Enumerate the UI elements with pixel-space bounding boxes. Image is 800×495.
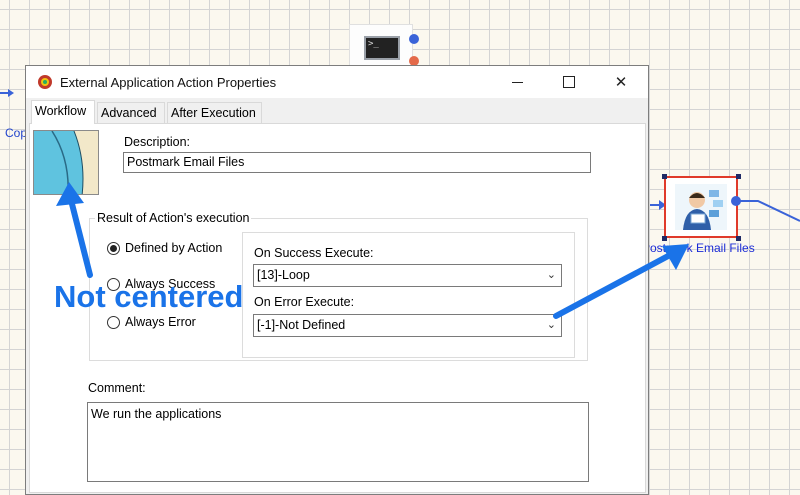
close-button[interactable]: ✕ — [598, 66, 644, 98]
selection-handle[interactable] — [736, 174, 741, 179]
on-error-value: [-1]-Not Defined — [257, 318, 346, 332]
tab-advanced[interactable]: Advanced — [97, 102, 165, 123]
result-group-label: Result of Action's execution — [95, 211, 252, 225]
connector-arrow-left — [0, 89, 14, 97]
chevron-down-icon: ⌄ — [546, 269, 556, 281]
tab-after-execution[interactable]: After Execution — [167, 102, 262, 123]
selection-handle[interactable] — [662, 174, 667, 179]
close-icon: ✕ — [614, 74, 628, 91]
on-success-label: On Success Execute: — [254, 246, 374, 260]
annotation-text: Not centered — [54, 279, 244, 314]
canvas-node-label-partial[interactable]: Cop — [5, 126, 27, 140]
minimize-button[interactable] — [494, 66, 540, 98]
canvas-node-label[interactable]: Postmark Email Files — [642, 241, 755, 255]
dialog-title: External Application Action Properties — [60, 75, 277, 90]
radio-defined-by-action[interactable] — [107, 242, 120, 255]
description-input[interactable]: Postmark Email Files — [123, 152, 591, 173]
action-image[interactable] — [33, 130, 99, 195]
connector-line-out — [738, 200, 800, 222]
command-prompt-icon: >_ — [364, 36, 400, 60]
chevron-down-icon: ⌄ — [546, 319, 556, 331]
radio-always-error[interactable] — [107, 316, 120, 329]
maximize-icon — [563, 76, 575, 88]
tab-workflow[interactable]: Workflow — [31, 100, 95, 124]
on-success-select[interactable]: [13]-Loop ⌄ — [253, 264, 562, 287]
email-person-icon — [675, 184, 727, 230]
maximize-button[interactable] — [546, 66, 592, 98]
node-output-port[interactable] — [409, 34, 419, 44]
action-image-icon — [34, 131, 98, 194]
on-error-label: On Error Execute: — [254, 295, 355, 309]
comment-textarea[interactable]: We run the applications — [87, 402, 589, 482]
comment-label: Comment: — [88, 381, 146, 395]
on-error-select[interactable]: [-1]-Not Defined ⌄ — [253, 314, 562, 337]
app-gear-icon — [38, 75, 52, 89]
on-success-value: [13]-Loop — [257, 268, 310, 282]
minimize-icon — [511, 81, 523, 83]
radio-label-defined[interactable]: Defined by Action — [125, 241, 222, 255]
description-label: Description: — [124, 135, 190, 149]
radio-label-error[interactable]: Always Error — [125, 315, 196, 329]
